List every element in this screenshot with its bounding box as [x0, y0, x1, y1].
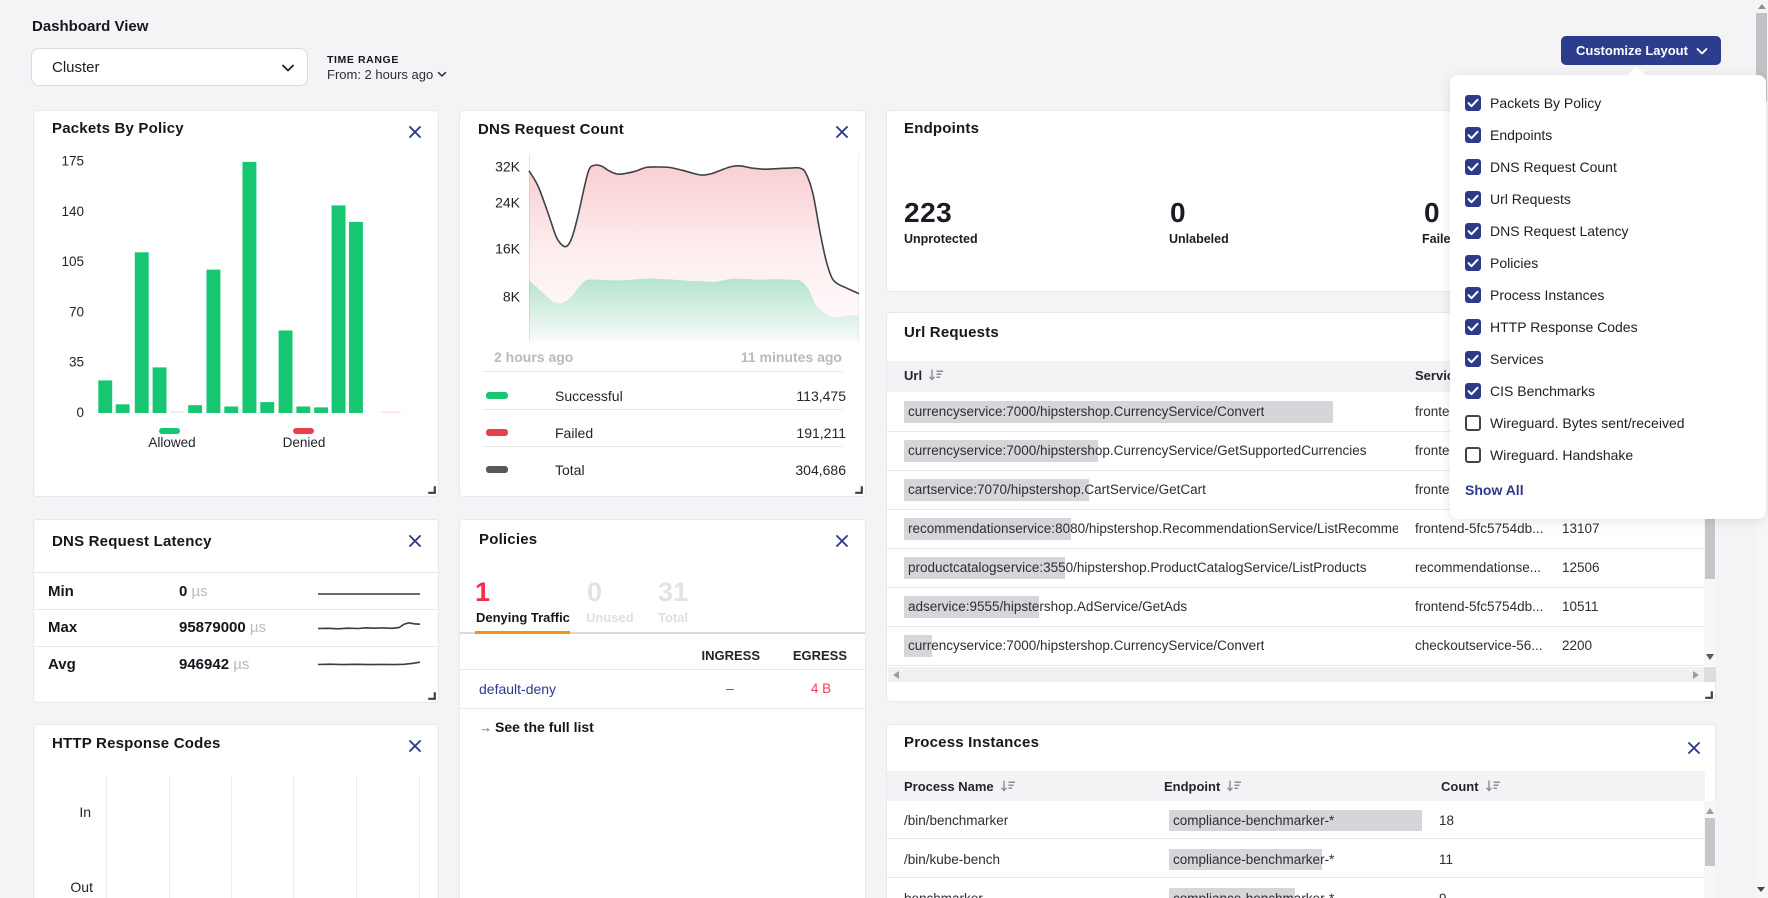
svg-text:175: 175 [61, 154, 84, 169]
svg-text:Allowed: Allowed [148, 435, 195, 450]
svg-text:8K: 8K [503, 289, 521, 305]
svg-text:32K: 32K [495, 159, 521, 175]
svg-text:24K: 24K [495, 195, 521, 211]
svg-text:35: 35 [69, 355, 84, 370]
svg-text:70: 70 [69, 304, 84, 319]
svg-text:16K: 16K [495, 241, 521, 257]
svg-text:In: In [79, 804, 91, 820]
svg-text:105: 105 [61, 254, 84, 269]
svg-text:140: 140 [61, 204, 84, 219]
svg-text:Out: Out [70, 879, 93, 895]
svg-text:Denied: Denied [283, 435, 326, 450]
svg-text:0: 0 [76, 405, 84, 420]
